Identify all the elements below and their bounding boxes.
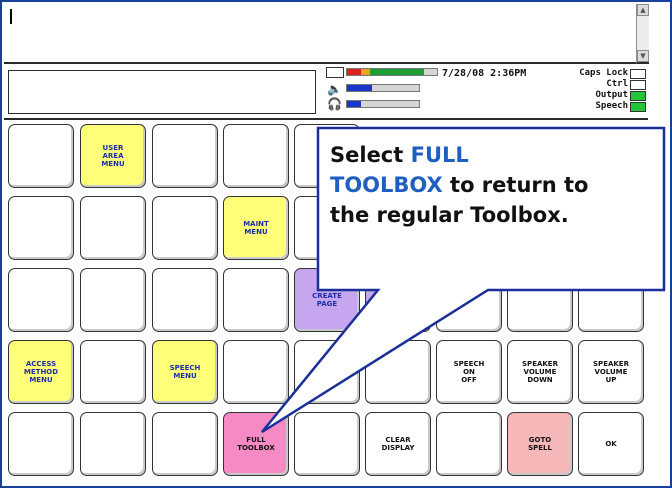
- key-goto-spell[interactable]: GOTO SPELL: [507, 412, 573, 476]
- key-r3-c1[interactable]: [80, 340, 146, 404]
- key-r0-c0[interactable]: [8, 124, 74, 188]
- key-speaker-volume-up[interactable]: SPEAKER VOLUME UP: [578, 340, 644, 404]
- key-speech-on-off[interactable]: SPEECH ON OFF: [436, 340, 502, 404]
- key-r0-c2[interactable]: [152, 124, 218, 188]
- speaker-volume-icon: 🔈: [327, 82, 342, 96]
- key-r4-c4[interactable]: [294, 412, 360, 476]
- key-r4-c6[interactable]: [436, 412, 502, 476]
- text-cursor: [10, 9, 12, 24]
- key-maint-menu[interactable]: MAINT MENU: [223, 196, 289, 260]
- key-r2-c1[interactable]: [80, 268, 146, 332]
- key-r2-c5[interactable]: [365, 268, 431, 332]
- battery-meter: [346, 68, 438, 76]
- key-r0-c3[interactable]: [223, 124, 289, 188]
- headphone-meter-fill: [347, 101, 362, 107]
- key-r4-c1[interactable]: [80, 412, 146, 476]
- callout-prefix: Select: [330, 143, 411, 167]
- key-ok[interactable]: OK: [578, 412, 644, 476]
- key-user-area-menu[interactable]: USER AREA MENU: [80, 124, 146, 188]
- key-access-method-menu[interactable]: ACCESS METHOD MENU: [8, 340, 74, 404]
- key-create-page[interactable]: CREATE PAGE: [294, 268, 360, 332]
- key-r2-c0[interactable]: [8, 268, 74, 332]
- speech-indicator: Speech: [595, 101, 628, 112]
- app-window: ▲ ▼ 🔈 🎧 7/28/08 2:36PM Caps Lock Ctrl Ou…: [0, 0, 672, 488]
- callout-suffix: to return to: [442, 173, 589, 197]
- battery-meter-fill: [347, 69, 424, 75]
- key-r3-c4[interactable]: [294, 340, 360, 404]
- key-r2-c7[interactable]: [507, 268, 573, 332]
- key-full-toolbox[interactable]: FULL TOOLBOX: [223, 412, 289, 476]
- callout-text: Select FULL TOOLBOX to return to the reg…: [330, 140, 670, 230]
- message-scrollbar[interactable]: ▲ ▼: [636, 4, 649, 64]
- scroll-up-arrow-icon[interactable]: ▲: [637, 4, 649, 16]
- callout-line-3: the regular Toolbox.: [330, 203, 569, 227]
- key-r3-c3[interactable]: [223, 340, 289, 404]
- output-indicator: Output: [595, 90, 628, 101]
- message-window[interactable]: [4, 4, 636, 64]
- key-r3-c5[interactable]: [365, 340, 431, 404]
- scroll-down-arrow-icon[interactable]: ▼: [637, 50, 649, 62]
- key-r1-c2[interactable]: [152, 196, 218, 260]
- key-r2-c3[interactable]: [223, 268, 289, 332]
- callout-line-1: Select FULL: [330, 140, 670, 170]
- callout-highlight-toolbox: TOOLBOX: [330, 173, 443, 197]
- volume-meter: [346, 84, 420, 92]
- status-bar: 🔈 🎧 7/28/08 2:36PM Caps Lock Ctrl Output…: [4, 64, 648, 120]
- ctrl-label: Ctrl: [606, 79, 628, 89]
- caps-lock-label: Caps Lock: [579, 68, 628, 78]
- speech-label: Speech: [595, 101, 628, 111]
- headphone-icon: 🎧: [327, 97, 342, 111]
- prediction-input-box[interactable]: [8, 70, 316, 114]
- key-r2-c8[interactable]: [578, 268, 644, 332]
- caps-lock-indicator: Caps Lock: [579, 68, 628, 79]
- battery-icon: [326, 67, 344, 78]
- date-time: 7/28/08 2:36PM: [442, 68, 527, 79]
- volume-meter-fill: [347, 85, 373, 91]
- key-r4-c2[interactable]: [152, 412, 218, 476]
- output-light: [630, 91, 646, 101]
- key-speaker-volume-down[interactable]: SPEAKER VOLUME DOWN: [507, 340, 573, 404]
- key-speech-menu[interactable]: SPEECH MENU: [152, 340, 218, 404]
- callout-highlight-full: FULL: [410, 143, 469, 167]
- speech-light: [630, 102, 646, 112]
- key-r4-c0[interactable]: [8, 412, 74, 476]
- output-label: Output: [595, 90, 628, 100]
- key-r2-c2[interactable]: [152, 268, 218, 332]
- headphone-meter: [346, 100, 420, 108]
- ctrl-indicator: Ctrl: [606, 79, 628, 90]
- key-r1-c1[interactable]: [80, 196, 146, 260]
- key-r1-c0[interactable]: [8, 196, 74, 260]
- ctrl-light: [630, 80, 646, 90]
- key-r2-c6[interactable]: [436, 268, 502, 332]
- key-clear-display[interactable]: CLEAR DISPLAY: [365, 412, 431, 476]
- caps-lock-light: [630, 69, 646, 79]
- callout-line-2: TOOLBOX to return to: [330, 170, 670, 200]
